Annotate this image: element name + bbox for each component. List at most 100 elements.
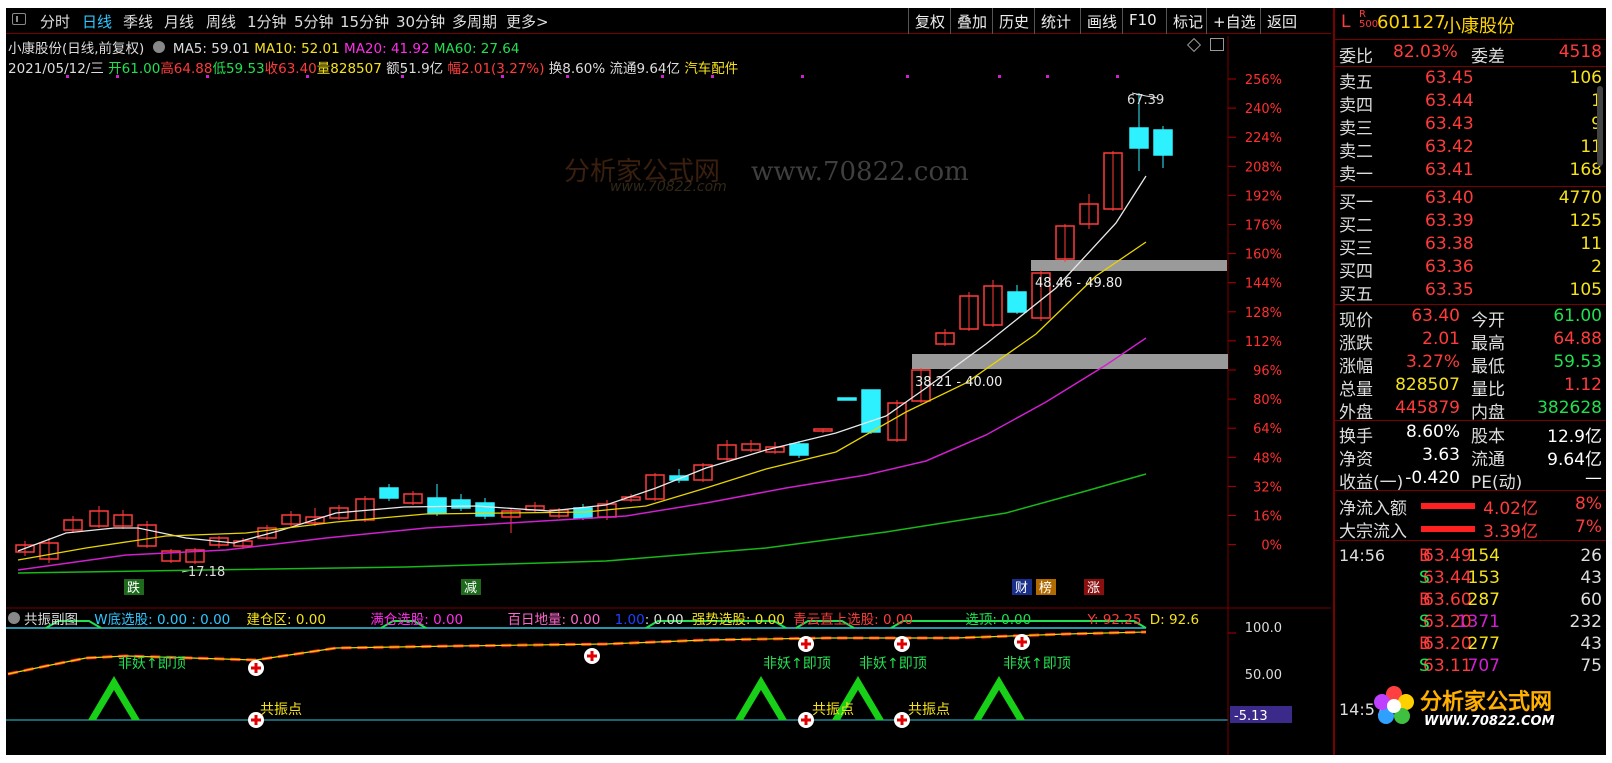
sub-gong-label: 共振点 — [812, 702, 854, 718]
sell-level-row: 卖一 63.41 168 — [1339, 160, 1602, 185]
sub-fei-label: 非妖↑即顶 — [763, 656, 831, 672]
sub-one: 1.00 — [614, 612, 645, 626]
quote-stat-row: 外盘 445879 内盘 382628 — [1339, 398, 1602, 423]
quote-stat-row: 涨幅 3.27% 最低 59.53 — [1339, 352, 1602, 377]
panel-scrollbar[interactable] — [1597, 86, 1603, 166]
quote-stat2-row: 净资 3.63 流通 9.64亿 — [1339, 445, 1602, 470]
quote-panel: L R 500 601127 小康股份 委比 82.03% 委差 4518 卖五 63… — [1333, 8, 1606, 755]
quote-stat2-row: 换手 8.60% 股本 12.9亿 — [1339, 422, 1602, 447]
sub-neg-text: -5.13 — [1234, 709, 1268, 724]
tick-row: 63.44 153 S 43 — [1419, 568, 1602, 588]
ohlc-info-line: 2021/05/12/三 开61.00高64.88低59.53收63.40量82… — [8, 57, 738, 77]
candle — [63, 516, 83, 533]
sub-peak — [973, 676, 1025, 720]
candle — [693, 463, 713, 482]
max-price-label: 67.39 — [1127, 93, 1164, 108]
sub-gong-label: 共振点 — [908, 702, 950, 718]
date-label: 2021/05/12/三 — [8, 61, 104, 77]
plus-marker — [894, 636, 910, 652]
candle — [475, 498, 495, 519]
mark-zhang-text: 涨 — [1087, 581, 1100, 596]
candle — [1079, 194, 1099, 229]
candle — [1055, 224, 1075, 262]
close-label: 收63.40 — [264, 61, 317, 77]
plus-marker — [584, 648, 600, 664]
candle — [959, 292, 979, 331]
kline-chart: 256% 240% 224% 208% 192% 176% 160% 144% 128% 112%… — [6, 36, 1331, 755]
sub-xuan: 选顶: 0.00 — [965, 612, 1032, 626]
candle — [427, 484, 447, 516]
sector-label: 汽车配件 — [684, 61, 739, 77]
candle — [137, 521, 157, 548]
sub-title: 共振副图 — [24, 612, 78, 626]
sub-one2: : 0.00 — [644, 612, 684, 626]
y-tick-label: 224% — [1245, 131, 1282, 146]
plus-marker — [798, 636, 814, 652]
candle — [113, 510, 133, 529]
sub-jian: 建仓区: 0.00 — [246, 612, 326, 626]
buy-level-row: 买一 63.40 4770 — [1339, 188, 1602, 213]
candle — [355, 496, 375, 522]
weibi-row: 委比 82.03% 委差 4518 — [1339, 42, 1602, 67]
candle — [403, 491, 423, 505]
y-tick-label: 192% — [1245, 189, 1282, 204]
sub-man: 满仓选股: 0.00 — [370, 612, 464, 626]
layout-icon[interactable] — [1210, 38, 1224, 51]
ma5-label: MA5: 59.01 — [172, 41, 250, 57]
mark-cai-text: 财 — [1015, 581, 1028, 596]
watermark-url: www.70822.com — [751, 157, 969, 187]
sub-settings-icon[interactable] — [8, 612, 20, 624]
stock-window: 分时 日线 季线 月线 周线 1分钟 5分钟 15分钟 30分钟 多周期 更多>… — [6, 8, 1606, 755]
candle — [813, 428, 833, 433]
y-tick-label: 48% — [1253, 451, 1282, 466]
candle — [1007, 285, 1027, 314]
buy-level-row: 买四 63.36 2 — [1339, 257, 1602, 282]
mark-bang-text: 榜 — [1039, 580, 1052, 596]
candle — [741, 440, 761, 452]
sub-qiang: 强势选股: 0.00 — [691, 612, 785, 626]
sub-tick-50: 50.00 — [1245, 668, 1282, 683]
sell-level-row: 卖四63.441 — [1339, 91, 1602, 116]
candle — [161, 549, 181, 563]
candle — [451, 494, 471, 511]
brand-logo: 分析家公式网 WWW.70822.COM — [1368, 680, 1606, 740]
tick-row: 63.20 1371 S 232 — [1419, 612, 1602, 632]
y-tick-label: 176% — [1245, 219, 1282, 234]
min-price-label: 17.18 — [188, 565, 225, 580]
quote-stat-row: 涨跌 2.01 最高 64.88 — [1339, 329, 1602, 354]
sub-chart-header: 共振副图 W底选股: 0.00 : 0.00 建仓区: 0.00 满仓选股: 0… — [8, 608, 1268, 626]
open-label: 开61.00 — [108, 61, 161, 77]
candle — [1153, 126, 1173, 168]
y-tick-label: 96% — [1253, 364, 1282, 379]
candle — [935, 329, 955, 346]
y-tick-label: 64% — [1253, 422, 1282, 437]
sell-level-row: 卖五 63.45 106 — [1339, 68, 1602, 93]
sub-qing: 青云直上选股: 0.00 — [793, 612, 914, 626]
y-tick-label: 240% — [1245, 102, 1282, 117]
logo-url: WWW.70822.COM — [1424, 714, 1555, 729]
y-tick-label: 144% — [1245, 277, 1282, 292]
plus-marker — [248, 660, 264, 676]
sub-w2: : 0.00 — [191, 612, 231, 626]
plus-marker — [1014, 634, 1030, 650]
candle — [837, 397, 857, 401]
settings-icon[interactable] — [152, 41, 165, 53]
flower-logo-icon — [1374, 686, 1414, 724]
ma60-line — [17, 473, 1147, 574]
high-label: 高64.88 — [160, 61, 213, 77]
sub-fei-label: 非妖↑即顶 — [1003, 656, 1071, 672]
r500-badge: R 500 — [1359, 9, 1379, 30]
y-tick-label: 0% — [1261, 539, 1282, 554]
ma-info-line: 小康股份(日线,前复权) MA5: 59.01 MA10: 52.01 MA20… — [8, 37, 519, 57]
flow-bar — [1421, 503, 1475, 509]
candle — [185, 548, 205, 564]
tick-row: 63.49 154 B 26 — [1419, 546, 1602, 566]
y-tick-label: 16% — [1253, 510, 1282, 525]
ma10-line — [17, 241, 1147, 561]
y-tick-label: 112% — [1245, 335, 1282, 350]
sub-d: D: 92.6 — [1149, 612, 1200, 626]
stock-code: 601127 — [1377, 12, 1446, 33]
change-label: 幅2.01(3.27%) — [447, 61, 545, 77]
sub-fei-label: 非妖↑即顶 — [118, 656, 186, 672]
ma10-label: MA10: 52.01 — [254, 41, 340, 57]
